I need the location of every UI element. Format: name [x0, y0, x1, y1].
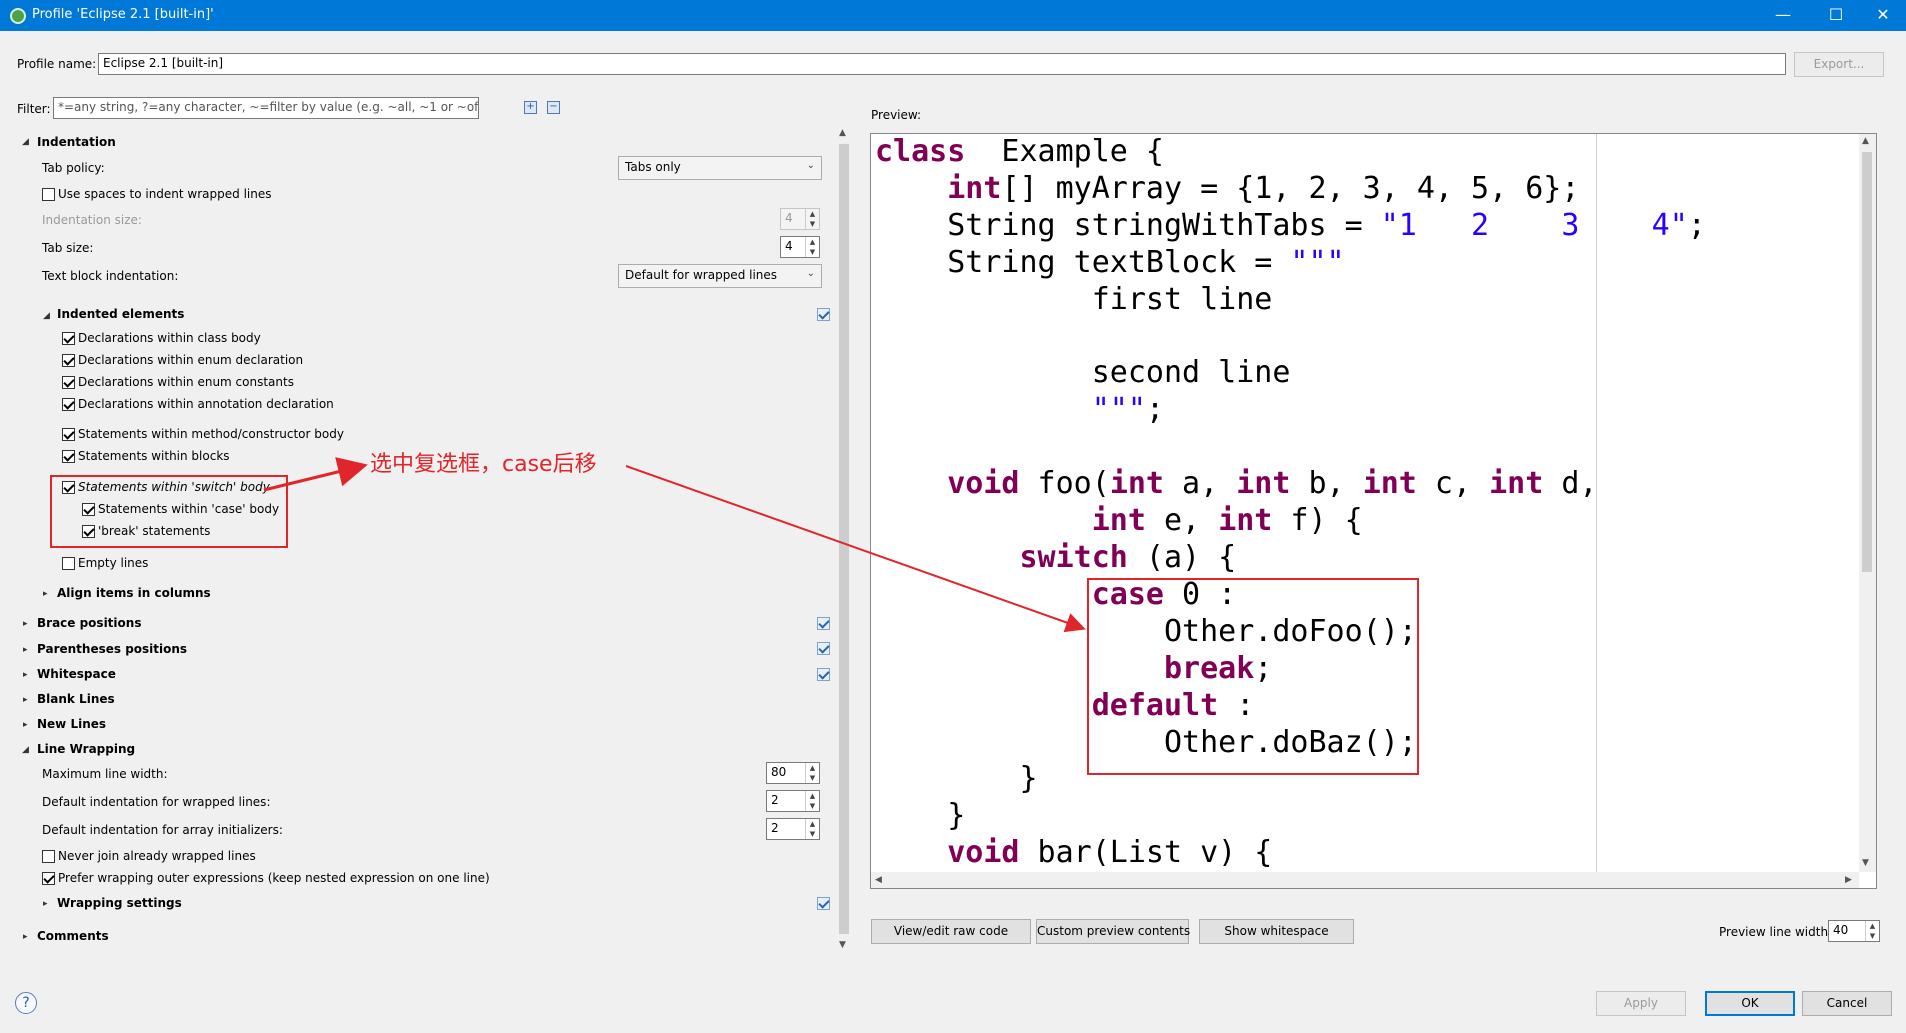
arrow-to-code	[625, 465, 1086, 633]
arrow-to-checkbox	[263, 457, 368, 492]
annotation-arrows	[263, 457, 1086, 633]
